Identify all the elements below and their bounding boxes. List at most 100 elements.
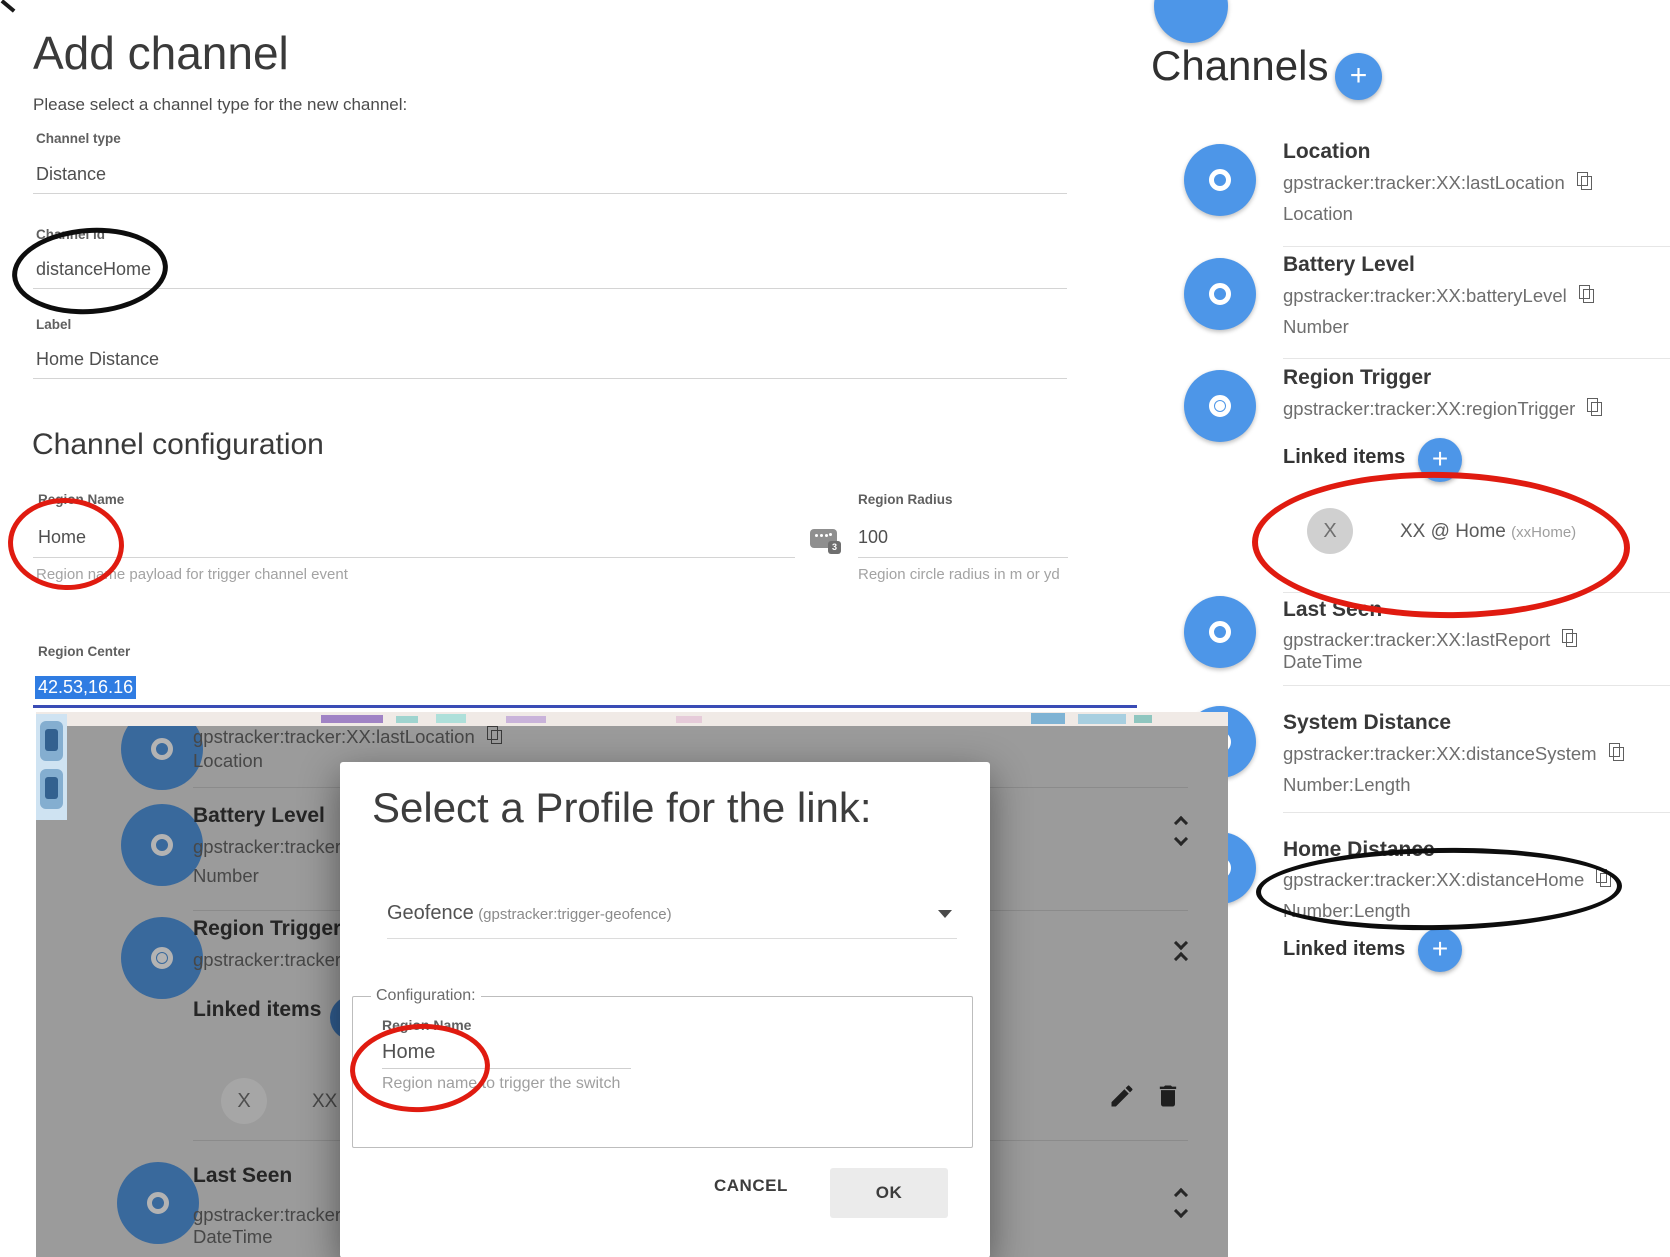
bg-channel-uid: gpstracker:tracker:XX:lastLocation (193, 726, 475, 747)
chevron-down-icon (1174, 832, 1188, 846)
bg-channel-uid-row: gpstracker:tracker:XX:lastLocation (193, 726, 501, 748)
channel-type: Location (1283, 203, 1353, 225)
map-fragment (1078, 714, 1126, 724)
region-center-label: Region Center (38, 644, 130, 659)
cancel-button[interactable]: CANCEL (698, 1164, 804, 1208)
ok-button[interactable]: OK (830, 1168, 948, 1218)
linked-item-label[interactable]: XX @ Home (xxHome) (1400, 521, 1576, 543)
add-link-button[interactable]: + (1418, 928, 1462, 972)
expand-icon (1176, 1190, 1186, 1216)
edit-pencil-icon (1108, 1082, 1136, 1110)
channel-uid: gpstracker:tracker:XX:distanceSystem (1283, 743, 1597, 764)
channel-type: DateTime (1283, 651, 1363, 673)
region-radius-label: Region Radius (858, 492, 953, 507)
region-radius-underline (858, 557, 1068, 558)
state-ring-icon (151, 834, 173, 856)
row-divider (1283, 246, 1670, 247)
dialog-region-name-input[interactable]: Home (382, 1041, 435, 1064)
expand-icon (1176, 818, 1186, 844)
channel-title: Battery Level (1283, 253, 1415, 277)
map-fragment (396, 716, 418, 723)
bg-channel-title: Region Trigger (193, 917, 341, 941)
channel-type: Number:Length (1283, 774, 1411, 796)
channel-uid: gpstracker:tracker:XX:lastReport (1283, 629, 1550, 650)
row-divider (1283, 812, 1670, 813)
bg-linked-items-header: Linked items (193, 998, 321, 1022)
region-center-input[interactable]: 42.53,16.16 (35, 676, 136, 699)
bg-channel-state-icon (121, 804, 203, 886)
input-assistant-icon[interactable]: 3 (810, 529, 837, 548)
bg-channel-trigger-icon (121, 917, 203, 999)
copy-icon[interactable] (1609, 743, 1623, 760)
channel-type-value[interactable]: Distance (36, 164, 106, 185)
copy-icon[interactable] (1596, 869, 1610, 886)
dialog-region-name-helper: Region name to trigger the switch (382, 1075, 620, 1093)
region-name-label: Region Name (38, 492, 124, 507)
chevron-up-icon (1174, 1188, 1188, 1202)
region-name-input[interactable]: Home (38, 527, 86, 548)
map-fragment (1134, 715, 1152, 723)
row-divider (1283, 685, 1670, 686)
linked-items-header: Linked items (1283, 938, 1405, 961)
linked-items-header: Linked items (1283, 446, 1405, 469)
stray-mark (1, 0, 16, 13)
map-zoom-control (36, 714, 67, 820)
map-sliver (36, 712, 1228, 726)
linked-item-text: XX @ Home (1400, 521, 1506, 542)
linked-item-avatar: X (1307, 508, 1353, 554)
channel-uid: gpstracker:tracker:XX:distanceHome (1283, 869, 1584, 890)
map-zoom-out-button (40, 769, 63, 809)
state-ring-icon (151, 738, 173, 760)
row-divider (1283, 592, 1670, 593)
dialog-region-name-underline (382, 1068, 631, 1069)
row-divider (1283, 358, 1670, 359)
trigger-dot-icon (157, 953, 167, 963)
fieldset-legend: Configuration: (371, 987, 481, 1005)
channel-uid: gpstracker:tracker:XX:batteryLevel (1283, 285, 1567, 306)
bg-channel-type: Number (193, 865, 259, 887)
linked-item-suffix: (xxHome) (1511, 524, 1576, 541)
channel-uid-row: gpstracker:tracker:XX:distanceSystem (1283, 743, 1623, 765)
channel-state-icon (1184, 144, 1256, 216)
label-field-input[interactable]: Home Distance (36, 349, 159, 370)
dropdown-caret-icon[interactable] (938, 910, 952, 918)
add-link-button[interactable]: + (1418, 438, 1462, 482)
chevron-up-icon (1174, 816, 1188, 830)
region-radius-helper: Region circle radius in m or yd (858, 566, 1060, 583)
channel-id-label: Channel id (36, 227, 105, 242)
label-underline (33, 378, 1067, 379)
profile-select[interactable]: Geofence (gpstracker:trigger-geofence) (387, 902, 672, 925)
channel-state-icon (1184, 596, 1256, 668)
state-ring-icon (1209, 621, 1231, 643)
section-title: Channel configuration (32, 428, 324, 462)
state-ring-icon (1209, 283, 1231, 305)
map-fragment (1031, 713, 1065, 724)
copy-icon[interactable] (1562, 629, 1576, 646)
channel-title: Home Distance (1283, 838, 1435, 862)
channel-title: Last Seen (1283, 598, 1382, 622)
add-channel-button[interactable]: + (1335, 53, 1382, 100)
state-ring-icon (147, 1192, 169, 1214)
configuration-fieldset: Configuration: Region Name Home Region n… (352, 996, 973, 1148)
copy-icon[interactable] (1579, 285, 1593, 302)
profile-dialog: Select a Profile for the link: Geofence … (340, 762, 990, 1257)
copy-icon[interactable] (1587, 398, 1601, 415)
channel-uid: gpstracker:tracker:XX:lastLocation (1283, 172, 1565, 193)
chevron-down-icon (1174, 1204, 1188, 1218)
channel-title: Region Trigger (1283, 366, 1431, 390)
dialog-region-name-label: Region Name (382, 1017, 471, 1033)
region-radius-input[interactable]: 100 (858, 527, 888, 548)
channels-panel-title: Channels (1151, 42, 1328, 90)
profile-select-suffix: (gpstracker:trigger-geofence) (478, 906, 671, 923)
copy-icon[interactable] (1577, 172, 1591, 189)
partial-channel-icon (1154, 0, 1228, 43)
profile-select-value: Geofence (387, 902, 474, 924)
copy-icon (487, 726, 501, 743)
channel-id-input[interactable]: distanceHome (36, 259, 151, 280)
delete-trash-icon (1154, 1082, 1182, 1110)
bg-channel-type: Location (193, 750, 263, 772)
chevron-up-icon (1174, 952, 1188, 966)
state-ring-icon (1209, 169, 1231, 191)
map-label-fragment (506, 716, 546, 723)
profile-select-underline (387, 938, 957, 939)
